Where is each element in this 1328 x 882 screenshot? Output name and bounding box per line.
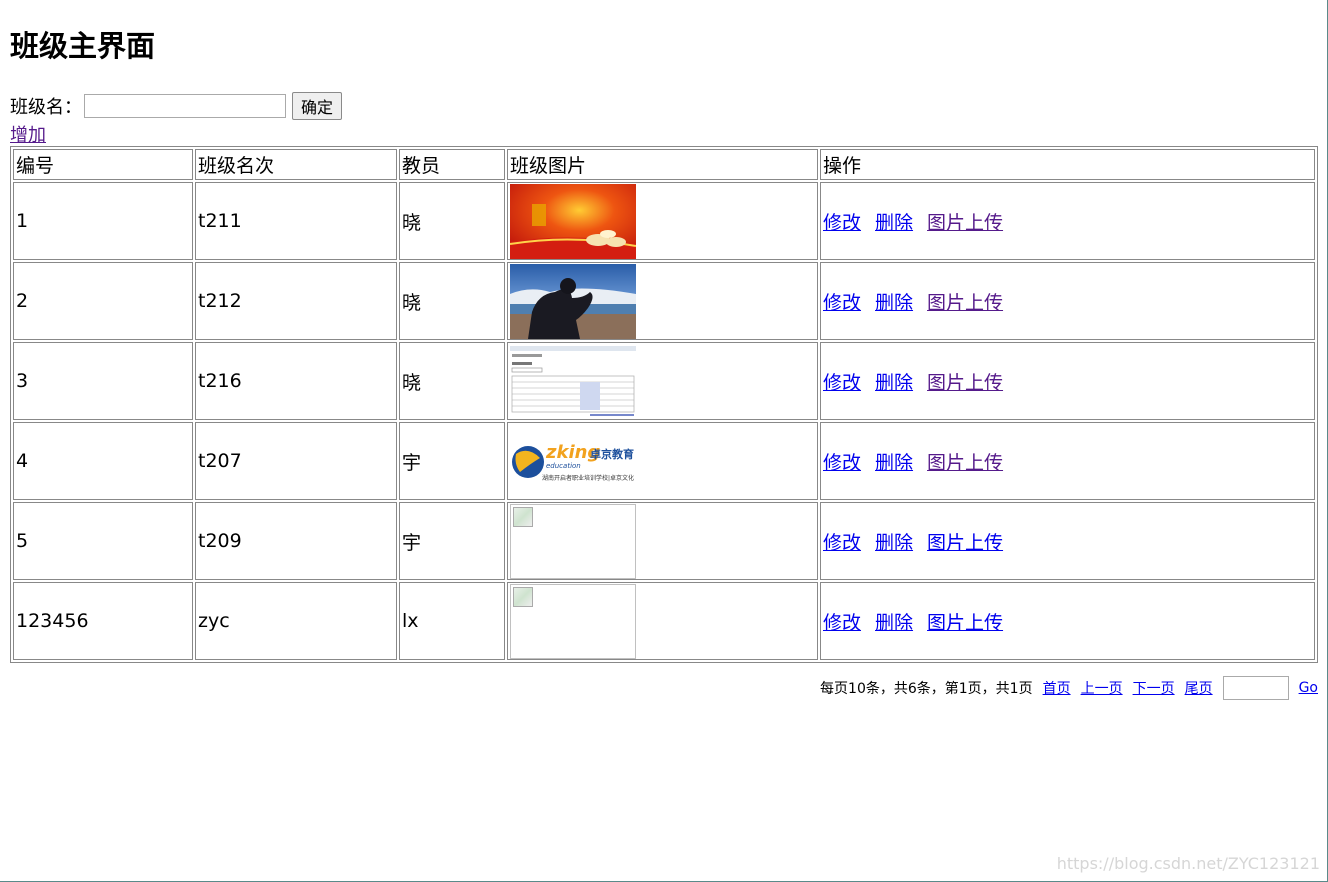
cell-class-image	[507, 182, 818, 260]
upload-image-link[interactable]: 图片上传	[927, 532, 1003, 554]
pagination: 每页10条，共6条，第1页，共1页 首页 上一页 下一页 尾页 Go	[820, 676, 1318, 700]
class-image-festival	[510, 183, 636, 259]
cell-teacher: 晓	[399, 182, 505, 260]
table-row: 4 t207 宇 zking 卓京教育 education 湖南开启者职业培训学…	[13, 422, 1315, 500]
table-header-row: 编号 班级名次 教员 班级图片 操作	[13, 149, 1315, 180]
upload-image-link[interactable]: 图片上传	[927, 452, 1003, 474]
cell-id: 1	[13, 182, 193, 260]
upload-image-link[interactable]: 图片上传	[927, 292, 1003, 314]
cell-teacher: 晓	[399, 262, 505, 340]
class-image-seaside	[510, 263, 636, 339]
upload-image-link[interactable]: 图片上传	[927, 612, 1003, 634]
edit-link[interactable]: 修改	[823, 612, 861, 634]
watermark: https://blog.csdn.net/ZYC123121	[1056, 854, 1320, 873]
first-page-link[interactable]: 首页	[1043, 678, 1071, 698]
cell-class-name: t207	[195, 422, 397, 500]
class-name-label: 班级名：	[10, 97, 82, 118]
cell-id: 3	[13, 342, 193, 420]
delete-link[interactable]: 删除	[875, 452, 913, 474]
next-page-link[interactable]: 下一页	[1133, 678, 1175, 698]
prev-page-link[interactable]: 上一页	[1081, 678, 1123, 698]
cell-actions: 修改 删除 图片上传	[820, 582, 1315, 660]
cell-id: 123456	[13, 582, 193, 660]
class-image-webpage-screenshot	[510, 343, 636, 419]
cell-id: 4	[13, 422, 193, 500]
class-table: 编号 班级名次 教员 班级图片 操作 1 t211 晓 修改 删除 图片上传 2…	[10, 146, 1318, 663]
delete-link[interactable]: 删除	[875, 292, 913, 314]
cell-id: 5	[13, 502, 193, 580]
class-name-input[interactable]	[84, 94, 286, 118]
broken-image	[510, 583, 636, 659]
cell-class-name: t211	[195, 182, 397, 260]
edit-link[interactable]: 修改	[823, 292, 861, 314]
broken-image-icon	[513, 586, 533, 607]
edit-link[interactable]: 修改	[823, 212, 861, 234]
cell-class-name: t216	[195, 342, 397, 420]
table-row: 5 t209 宇 修改 删除 图片上传	[13, 502, 1315, 580]
header-class-name: 班级名次	[195, 149, 397, 180]
go-link[interactable]: Go	[1299, 680, 1318, 696]
cell-actions: 修改 删除 图片上传	[820, 342, 1315, 420]
cell-actions: 修改 删除 图片上传	[820, 422, 1315, 500]
add-link[interactable]: 增加	[10, 121, 46, 147]
delete-link[interactable]: 删除	[875, 372, 913, 394]
broken-image	[510, 503, 636, 579]
edit-link[interactable]: 修改	[823, 372, 861, 394]
cell-teacher: 宇	[399, 422, 505, 500]
upload-image-link[interactable]: 图片上传	[927, 372, 1003, 394]
cell-actions: 修改 删除 图片上传	[820, 182, 1315, 260]
table-row: 123456 zyc lx 修改 删除 图片上传	[13, 582, 1315, 660]
cell-actions: 修改 删除 图片上传	[820, 262, 1315, 340]
search-form: 班级名： 确定	[10, 92, 343, 120]
cell-id: 2	[13, 262, 193, 340]
cell-class-name: t209	[195, 502, 397, 580]
edit-link[interactable]: 修改	[823, 452, 861, 474]
last-page-link[interactable]: 尾页	[1185, 678, 1213, 698]
delete-link[interactable]: 删除	[875, 532, 913, 554]
header-actions: 操作	[820, 149, 1315, 180]
pagination-summary: 每页10条，共6条，第1页，共1页	[820, 681, 1033, 697]
logo-sub: education	[546, 462, 581, 470]
table-row: 1 t211 晓 修改 删除 图片上传	[13, 182, 1315, 260]
edit-link[interactable]: 修改	[823, 532, 861, 554]
cell-class-name: t212	[195, 262, 397, 340]
upload-image-link[interactable]: 图片上传	[927, 212, 1003, 234]
cell-actions: 修改 删除 图片上传	[820, 502, 1315, 580]
cell-class-image	[507, 342, 818, 420]
cell-class-image	[507, 502, 818, 580]
page-number-input[interactable]	[1222, 676, 1289, 700]
table-row: 2 t212 晓 修改 删除 图片上传	[13, 262, 1315, 340]
cell-class-name: zyc	[195, 582, 397, 660]
header-class-image: 班级图片	[507, 149, 818, 180]
cell-teacher: 宇	[399, 502, 505, 580]
class-image-zking-logo: zking 卓京教育 education 湖南开启者职业培训学校|卓京文化	[510, 423, 636, 499]
confirm-button[interactable]: 确定	[292, 92, 343, 120]
cell-class-image	[507, 262, 818, 340]
cell-teacher: 晓	[399, 342, 505, 420]
table-row: 3 t216 晓 修改 删除 图片上传	[13, 342, 1315, 420]
cell-teacher: lx	[399, 582, 505, 660]
delete-link[interactable]: 删除	[875, 612, 913, 634]
logo-slogan: 湖南开启者职业培训学校|卓京文化	[542, 474, 634, 482]
page-title: 班级主界面	[10, 29, 156, 63]
header-id: 编号	[13, 149, 193, 180]
cell-class-image: zking 卓京教育 education 湖南开启者职业培训学校|卓京文化	[507, 422, 818, 500]
broken-image-icon	[513, 506, 533, 527]
cell-class-image	[507, 582, 818, 660]
delete-link[interactable]: 删除	[875, 212, 913, 234]
logo-brand-cn: 卓京教育	[590, 447, 634, 461]
header-teacher: 教员	[399, 149, 505, 180]
